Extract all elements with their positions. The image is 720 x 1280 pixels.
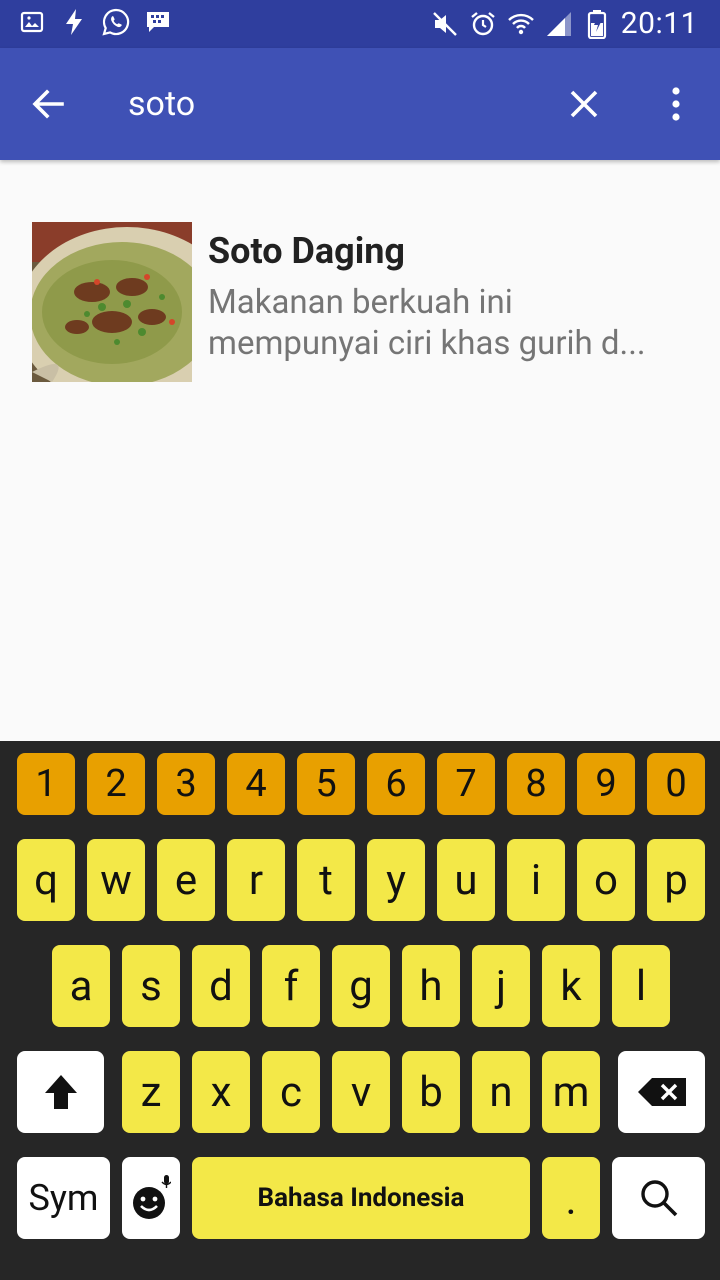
- bbm-icon: [144, 8, 172, 36]
- whatsapp-icon: [102, 8, 130, 36]
- key-p[interactable]: p: [647, 839, 705, 921]
- sym-key[interactable]: Sym: [17, 1157, 110, 1239]
- search-key[interactable]: [612, 1157, 705, 1239]
- key-r[interactable]: r: [227, 839, 285, 921]
- key-k[interactable]: k: [542, 945, 600, 1027]
- key-2[interactable]: 2: [87, 753, 145, 815]
- key-s[interactable]: s: [122, 945, 180, 1027]
- key-u[interactable]: u: [437, 839, 495, 921]
- key-g[interactable]: g: [332, 945, 390, 1027]
- battery-icon: [583, 10, 611, 39]
- shift-icon: [44, 1075, 77, 1109]
- wifi-icon: [507, 10, 535, 38]
- space-key[interactable]: Bahasa Indonesia: [192, 1157, 530, 1239]
- key-y[interactable]: y: [367, 839, 425, 921]
- list-item[interactable]: Soto Daging Makanan berkuah ini mempunya…: [0, 200, 720, 400]
- key-o[interactable]: o: [577, 839, 635, 921]
- key-l[interactable]: l: [612, 945, 670, 1027]
- key-x[interactable]: x: [192, 1051, 250, 1133]
- key-q[interactable]: q: [17, 839, 75, 921]
- alarm-icon: [469, 10, 497, 38]
- key-0[interactable]: 0: [647, 753, 705, 815]
- emoji-voice-key[interactable]: [122, 1157, 180, 1239]
- shift-key[interactable]: [17, 1051, 104, 1133]
- search-app-bar: soto: [0, 48, 720, 160]
- key-w[interactable]: w: [87, 839, 145, 921]
- back-button[interactable]: [24, 78, 72, 130]
- description-line: Makanan berkuah ini: [208, 283, 513, 322]
- key-9[interactable]: 9: [577, 753, 635, 815]
- status-bar: 20:11: [0, 0, 720, 48]
- key-t[interactable]: t: [297, 839, 355, 921]
- mute-icon: [431, 10, 459, 38]
- key-1[interactable]: 1: [17, 753, 75, 815]
- more-vert-icon: [672, 87, 680, 121]
- emoji-icon: [133, 1175, 171, 1219]
- result-description: Makanan berkuah ini mempunyai ciri khas …: [208, 282, 688, 364]
- key-z[interactable]: z: [122, 1051, 180, 1133]
- search-icon: [640, 1180, 677, 1217]
- search-input[interactable]: soto: [128, 82, 195, 126]
- key-j[interactable]: j: [472, 945, 530, 1027]
- soft-keyboard: 1 2 3 4 5 6 7 8 9 0 q w e r t y u i o p …: [0, 741, 720, 1280]
- key-d[interactable]: d: [192, 945, 250, 1027]
- key-f[interactable]: f: [262, 945, 320, 1027]
- more-options-button[interactable]: [652, 80, 700, 128]
- key-e[interactable]: e: [157, 839, 215, 921]
- key-n[interactable]: n: [472, 1051, 530, 1133]
- key-b[interactable]: b: [402, 1051, 460, 1133]
- clear-search-button[interactable]: [560, 80, 608, 128]
- result-title: Soto Daging: [208, 230, 405, 272]
- key-i[interactable]: i: [507, 839, 565, 921]
- key-7[interactable]: 7: [437, 753, 495, 815]
- backspace-icon: [637, 1078, 686, 1106]
- key-c[interactable]: c: [262, 1051, 320, 1133]
- period-key[interactable]: .: [542, 1157, 600, 1239]
- description-line: mempunyai ciri khas gurih d...: [208, 324, 646, 363]
- food-thumbnail: [32, 222, 192, 382]
- system-icons: 20:11: [431, 4, 698, 44]
- key-8[interactable]: 8: [507, 753, 565, 815]
- key-5[interactable]: 5: [297, 753, 355, 815]
- key-3[interactable]: 3: [157, 753, 215, 815]
- gallery-icon: [18, 8, 46, 36]
- backspace-key[interactable]: [618, 1051, 705, 1133]
- key-a[interactable]: a: [52, 945, 110, 1027]
- key-v[interactable]: v: [332, 1051, 390, 1133]
- key-h[interactable]: h: [402, 945, 460, 1027]
- key-6[interactable]: 6: [367, 753, 425, 815]
- signal-icon: [545, 10, 573, 38]
- key-m[interactable]: m: [542, 1051, 600, 1133]
- key-4[interactable]: 4: [227, 753, 285, 815]
- clock: 20:11: [620, 6, 698, 41]
- close-icon: [570, 90, 598, 118]
- flash-icon: [60, 8, 88, 36]
- notification-icons: [18, 8, 172, 36]
- back-arrow-icon: [32, 89, 64, 119]
